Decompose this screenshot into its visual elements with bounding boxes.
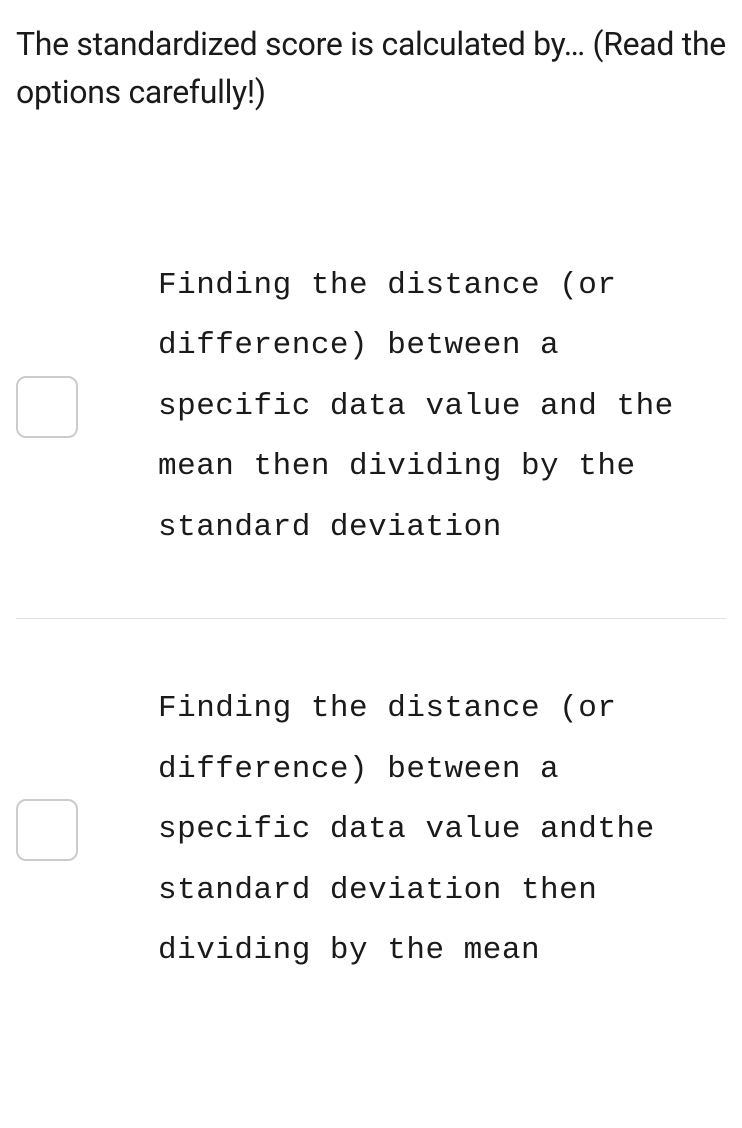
option-row: Finding the distance (or difference) bet… (16, 256, 726, 619)
checkbox-option-2[interactable] (16, 799, 78, 861)
option-row: Finding the distance (or difference) bet… (16, 619, 726, 981)
checkbox-option-1[interactable] (16, 376, 78, 438)
option-text: Finding the distance (or difference) bet… (158, 256, 726, 558)
option-text: Finding the distance (or difference) bet… (158, 679, 726, 981)
question-text: The standardized score is calculated by…… (16, 20, 726, 116)
options-list: Finding the distance (or difference) bet… (16, 256, 726, 981)
